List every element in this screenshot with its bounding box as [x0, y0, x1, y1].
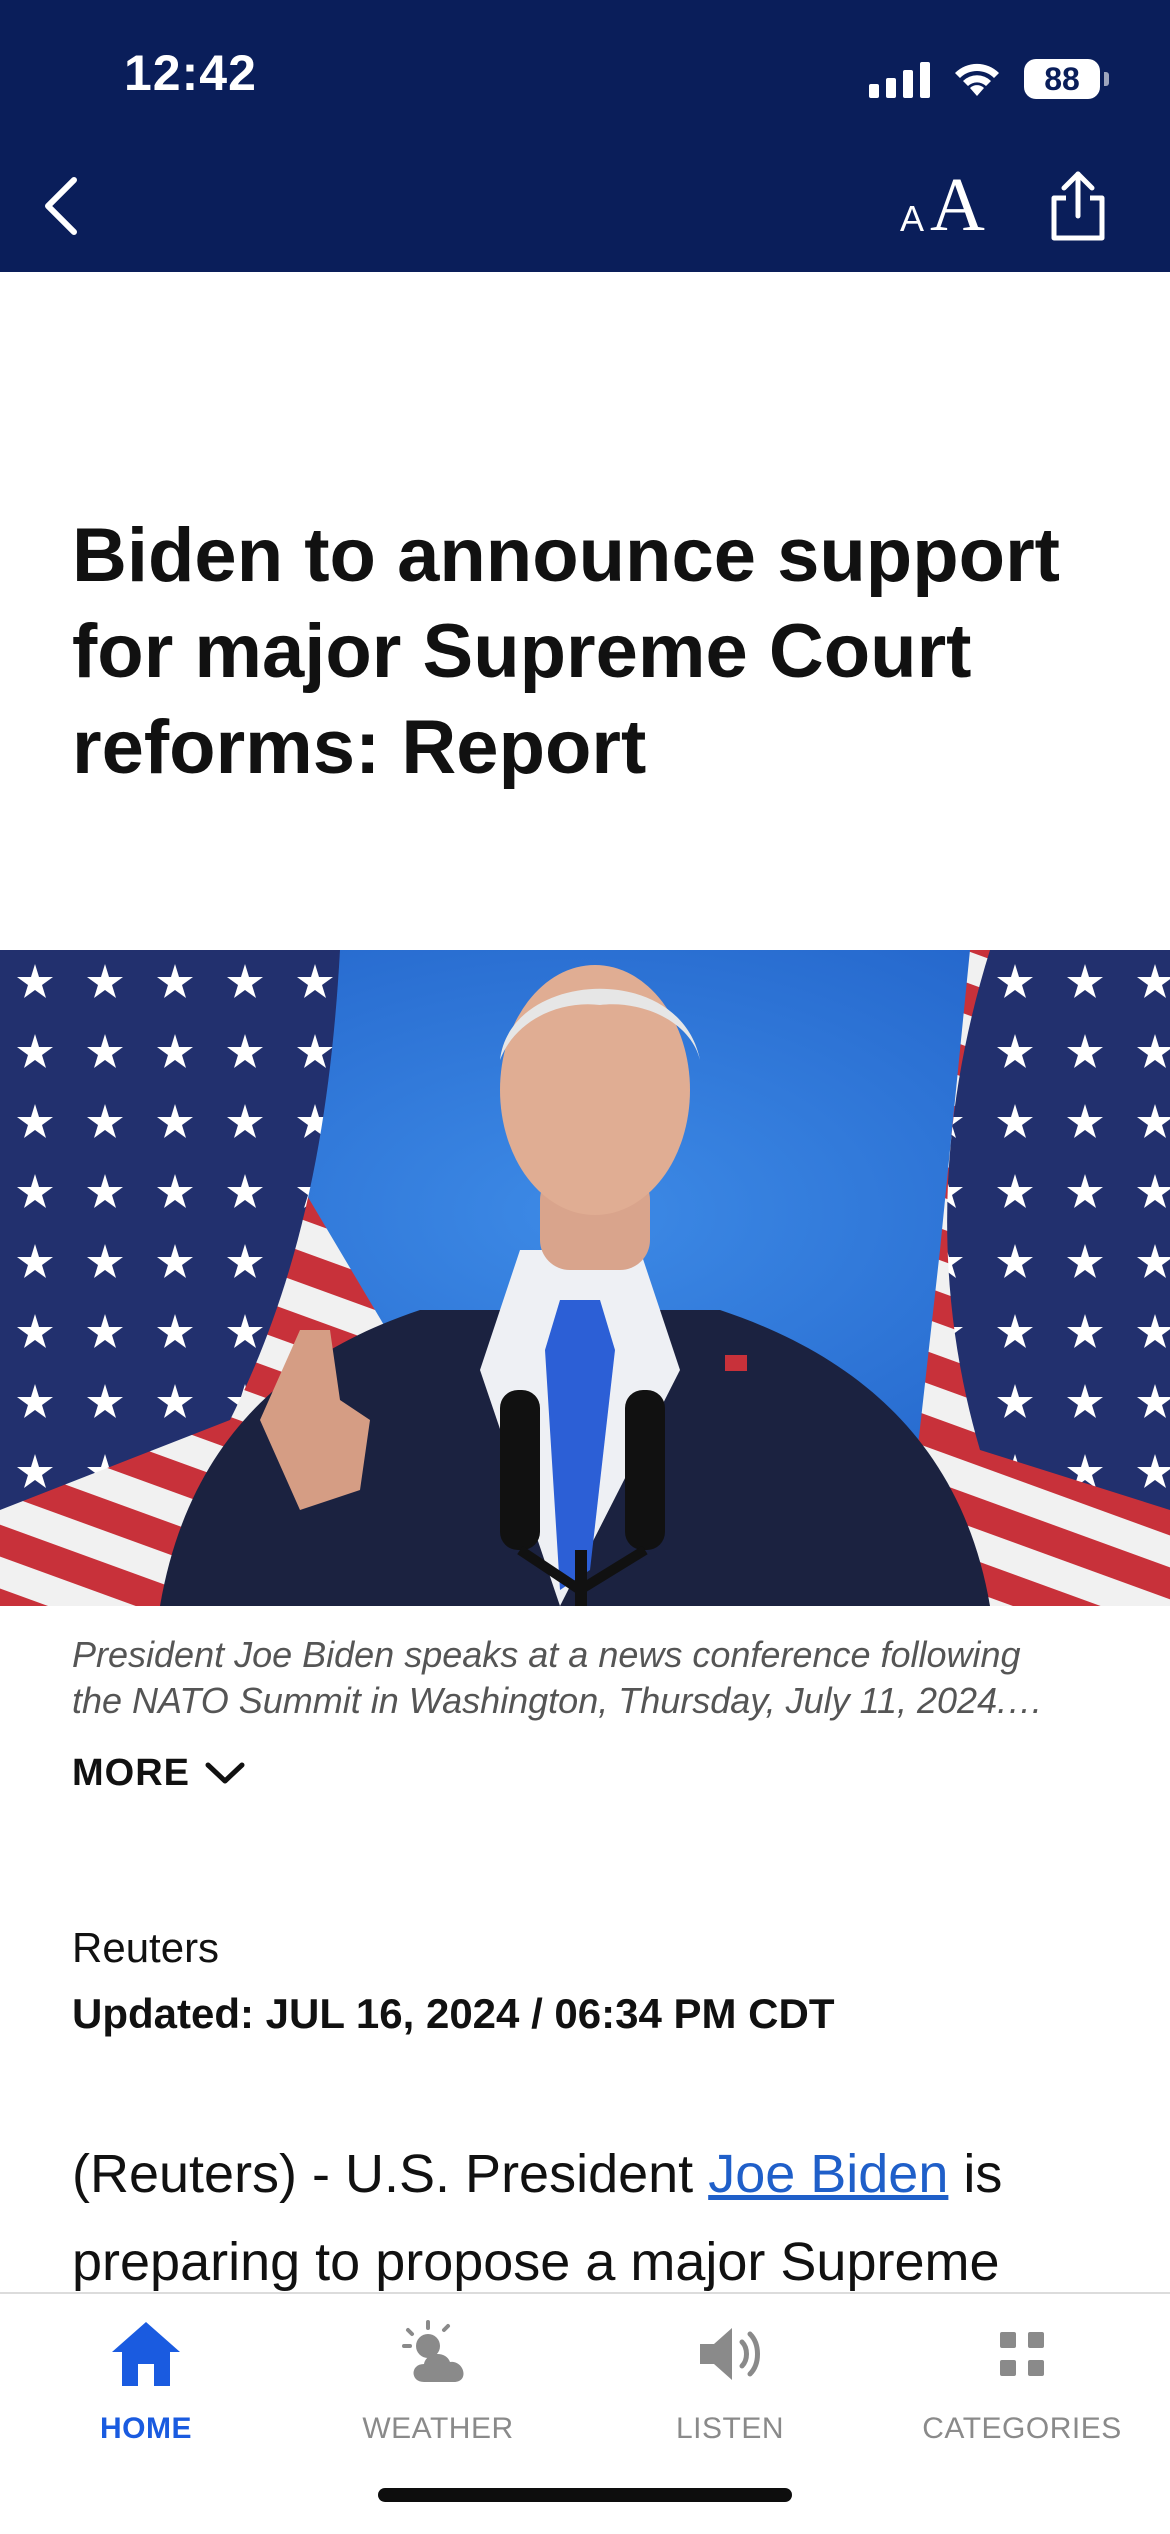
- battery-icon: 88: [1024, 59, 1109, 99]
- tab-listen[interactable]: LISTEN: [584, 2316, 876, 2446]
- chevron-left-icon: [45, 177, 77, 235]
- tab-home[interactable]: HOME: [0, 2316, 292, 2446]
- cellular-signal-icon: [869, 60, 930, 98]
- image-caption: President Joe Biden speaks at a news con…: [72, 1632, 1102, 1724]
- caption-line-1: President Joe Biden speaks at a news con…: [72, 1634, 1021, 1675]
- back-button[interactable]: [36, 168, 96, 240]
- caption-line-2: the NATO Summit in Washington, Thursday,…: [72, 1680, 1044, 1721]
- caption-more-button[interactable]: MORE: [72, 1748, 246, 1798]
- tab-listen-label: LISTEN: [675, 2412, 785, 2445]
- share-button[interactable]: [1046, 168, 1110, 244]
- home-icon: [112, 2322, 180, 2386]
- wifi-icon: [955, 63, 999, 96]
- article-headline: Biden to announce support for major Supr…: [72, 513, 1060, 790]
- article-source: Reuters: [72, 1924, 220, 1971]
- weather-icon: [402, 2320, 464, 2382]
- article-body: (Reuters) - U.S. President Joe Biden is …: [72, 2130, 1112, 2306]
- tab-weather-label: WEATHER: [362, 2412, 514, 2445]
- hero-photo-illustration: [0, 950, 1170, 1606]
- tab-categories[interactable]: CATEGORIES: [876, 2316, 1168, 2446]
- chevron-down-icon: [205, 1762, 245, 1784]
- tab-categories-label: CATEGORIES: [922, 2412, 1122, 2445]
- share-icon: [1051, 171, 1105, 241]
- tab-home-label: HOME: [100, 2412, 192, 2445]
- status-time: 12:42: [124, 45, 257, 101]
- body-link-joe-biden[interactable]: Joe Biden: [708, 2144, 948, 2204]
- body-text-prefix: (Reuters) - U.S. President: [72, 2144, 709, 2204]
- more-label: MORE: [72, 1751, 190, 1794]
- article-updated-timestamp: Updated: JUL 16, 2024 / 06:34 PM CDT: [72, 1990, 835, 2037]
- speaker-icon: [700, 2328, 760, 2380]
- grid-icon: [1000, 2332, 1044, 2376]
- app-header: 12:42 88 A A: [0, 0, 1170, 272]
- text-size-button[interactable]: A A: [896, 163, 1006, 248]
- article-hero-image[interactable]: [0, 950, 1170, 1606]
- battery-level: 88: [1044, 60, 1080, 97]
- tab-weather[interactable]: WEATHER: [292, 2316, 584, 2446]
- text-size-small-glyph: A: [900, 198, 925, 239]
- home-indicator[interactable]: [378, 2488, 792, 2502]
- text-size-large-glyph: A: [930, 163, 985, 247]
- status-icons: 88: [869, 54, 1109, 104]
